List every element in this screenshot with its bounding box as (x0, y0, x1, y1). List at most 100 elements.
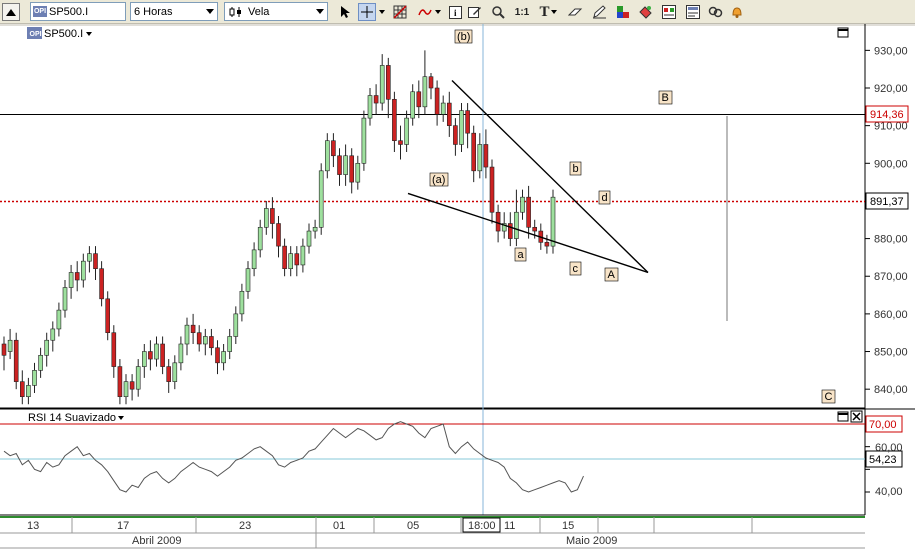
main-pane-maximize-button[interactable] (837, 27, 849, 38)
properties-button[interactable] (660, 3, 678, 21)
eraser-button[interactable] (566, 3, 584, 21)
wave-label-C: C (825, 391, 833, 403)
chart-type-select[interactable]: Vela (224, 2, 328, 21)
candle-body (422, 76, 428, 108)
wave-label-c: c (573, 263, 579, 275)
candle-body (483, 144, 489, 168)
template-icon (686, 5, 700, 19)
candle-body (282, 245, 287, 270)
candle-body (68, 272, 74, 288)
rsi-title[interactable]: RSI 14 Suavizado (28, 412, 116, 424)
color-palette-button[interactable] (636, 3, 654, 21)
candle-body (172, 362, 178, 382)
triangle-up-icon (6, 8, 16, 16)
symbol-label: SP500.I (44, 28, 83, 40)
candle-body (532, 226, 538, 232)
candle-body (26, 385, 31, 398)
properties-icon (662, 5, 676, 19)
zoom-button[interactable] (489, 3, 507, 21)
candle-body (135, 366, 141, 390)
chart-background (0, 24, 915, 552)
price-tick-label: 850,00 (874, 347, 908, 359)
candle-body (44, 339, 50, 356)
chevron-down-icon (435, 10, 441, 14)
rsi-current-value: 54,23 (869, 454, 897, 466)
last-price-value: 891,37 (870, 196, 904, 208)
link-button[interactable] (706, 3, 724, 21)
chevron-down-icon (206, 9, 214, 14)
candle-body (111, 332, 117, 367)
color-tools-icon (616, 6, 629, 18)
pencil-button[interactable] (590, 3, 608, 21)
period-select[interactable]: 6 Horas (130, 2, 218, 21)
symbol-type-icon: OPI (33, 6, 47, 17)
candle-body (123, 381, 129, 398)
text-tool-button[interactable]: T (537, 3, 559, 21)
candle-body (324, 140, 330, 172)
candle-body (446, 102, 452, 126)
symbol-input[interactable]: OPI SP500.I (30, 2, 126, 21)
candle-body (154, 343, 159, 360)
crosshair-time: 18:00 (468, 520, 496, 532)
collapse-button[interactable] (2, 3, 20, 21)
candle-body (373, 95, 379, 104)
day-tick-15: 15 (562, 520, 574, 532)
candle-body (318, 170, 324, 228)
candle-body (398, 140, 403, 145)
cursor-arrow-icon (341, 6, 350, 18)
indicator-dropdown-button[interactable] (434, 3, 442, 21)
candle-body (87, 253, 92, 262)
symbol-header[interactable]: OPI SP500.I (27, 27, 92, 40)
candle-body (367, 95, 373, 119)
candle-body (148, 351, 153, 360)
candle-body (276, 223, 281, 247)
day-tick-17: 17 (117, 520, 129, 532)
candle-body (196, 332, 202, 345)
edit-chart-icon (468, 7, 481, 18)
day-tick-13: 13 (27, 520, 39, 532)
candle-body (13, 339, 19, 382)
grid-button[interactable] (391, 3, 409, 21)
symbol-type-icon-text: OPI (30, 31, 42, 38)
candle-body (453, 125, 458, 145)
candle-body (184, 324, 190, 345)
cursor-arrow-button[interactable] (336, 3, 354, 21)
rsi-tick-40: 40,00 (875, 486, 903, 498)
wave-label-B: B (662, 92, 669, 104)
hline-price-value: 914,36 (870, 109, 904, 121)
candle-body (93, 253, 98, 270)
candle-body (215, 347, 220, 364)
rsi-maximize-button[interactable] (837, 411, 849, 422)
crosshair-dropdown-button[interactable] (377, 3, 387, 21)
candle-body (507, 223, 513, 239)
chart-area[interactable]: OPI SP500.I 930,00920,00910,00900,00890,… (0, 24, 915, 552)
alert-button[interactable] (728, 3, 746, 21)
indicator-button[interactable] (417, 3, 435, 21)
crosshair-button[interactable] (358, 3, 376, 21)
candle-body (245, 268, 251, 292)
zoom-ratio-button[interactable]: 1:1 (512, 3, 532, 21)
template-button[interactable] (684, 3, 702, 21)
candle-body (203, 336, 208, 345)
candle-body (105, 298, 110, 334)
edit-chart-button[interactable] (466, 3, 484, 21)
info-button[interactable]: i (446, 3, 464, 21)
indicator-wave-icon (418, 9, 432, 16)
candle-body (288, 253, 294, 270)
candle-body (251, 249, 257, 270)
candle-body (428, 76, 434, 89)
candle-body (99, 268, 104, 300)
candle-body (312, 226, 318, 232)
candle-body (221, 351, 226, 364)
candle-body (19, 381, 25, 398)
candle-body (50, 328, 56, 341)
candle (318, 163, 324, 235)
candle (13, 332, 19, 390)
candle-body (178, 343, 184, 364)
rsi-close-button[interactable] (850, 410, 863, 423)
chevron-down-icon (550, 10, 557, 14)
candle (361, 110, 367, 171)
day-tick-23: 23 (239, 520, 251, 532)
color-tools-button[interactable] (614, 3, 632, 21)
candle-body (233, 313, 239, 337)
